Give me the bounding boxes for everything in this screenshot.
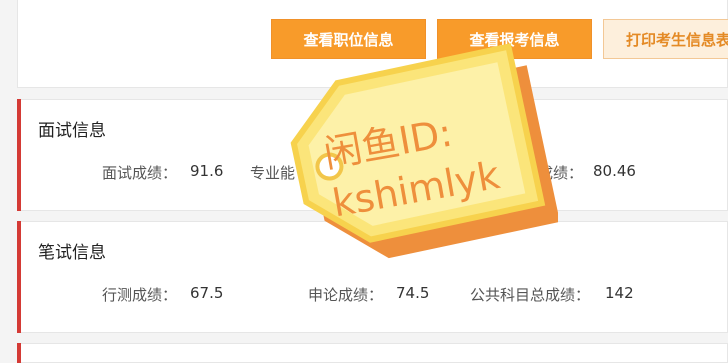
- section-accent-bar: [17, 221, 21, 333]
- professional-score-label: 专业能: [250, 164, 296, 182]
- xingce-score-label: 行测成绩：: [102, 286, 178, 304]
- written-title: 笔试信息: [38, 243, 106, 263]
- public-total-score-label: 公共科目总成绩：: [470, 286, 591, 304]
- written-section: 笔试信息 行测成绩： 67.5 申论成绩： 74.5 公共科目总成绩： 142: [17, 221, 728, 333]
- action-card: 查看职位信息 查看报考信息 打印考生信息表: [17, 0, 728, 88]
- shenlun-score-label: 申论成绩：: [308, 286, 384, 304]
- interview-score-value: 91.6: [190, 162, 224, 180]
- interview-section: 面试信息 面试成绩： 91.6 专业能 成绩： 80.46: [17, 99, 728, 211]
- total-score-label: 成绩：: [538, 164, 584, 182]
- shenlun-score-value: 74.5: [396, 284, 430, 302]
- print-candidate-button[interactable]: 打印考生信息表: [603, 19, 728, 59]
- section-accent-bar: [17, 99, 21, 211]
- next-section-card: [17, 343, 728, 363]
- view-registration-button[interactable]: 查看报考信息: [437, 19, 592, 59]
- view-position-button[interactable]: 查看职位信息: [271, 19, 426, 59]
- public-total-score-value: 142: [605, 284, 634, 302]
- xingce-score-value: 67.5: [190, 284, 224, 302]
- interview-score-label: 面试成绩：: [102, 164, 178, 182]
- total-score-value: 80.46: [593, 162, 636, 180]
- interview-title: 面试信息: [38, 121, 106, 141]
- section-accent-bar: [17, 343, 21, 363]
